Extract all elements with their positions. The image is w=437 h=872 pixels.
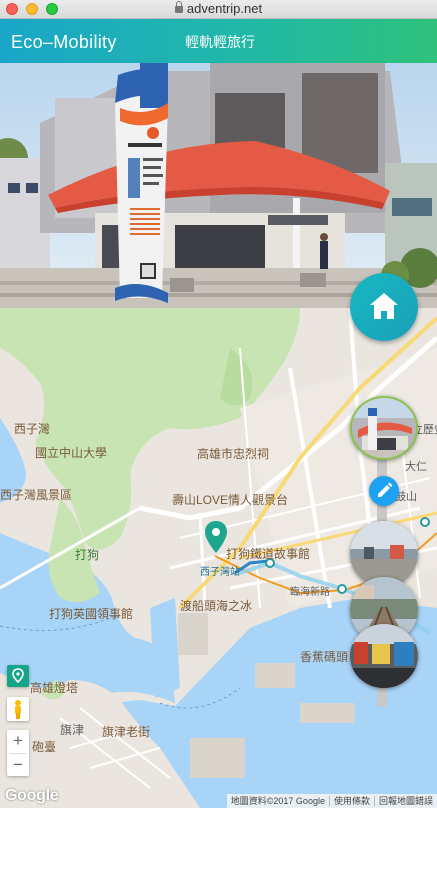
home-button[interactable] [350,273,418,341]
map-label-daren: 大仁 [405,461,427,473]
map-label-xiziwan: 西子灣 [14,422,51,436]
map-label-ferry-ice: 渡船頭海之冰 [180,599,253,613]
map-label-takao: 打狗 [75,548,100,562]
route-toggle-button[interactable] [7,665,29,687]
thumbnail-market-image [350,624,418,688]
map-label-qijin-old-street: 旗津老街 [102,725,151,739]
map-label-martyrs-shrine: 高雄市忠烈祠 [197,447,270,461]
timeline-thumbnail-station[interactable] [350,396,418,460]
map-data-credit: 地圖資料©2017 Google [230,796,325,806]
map-label-shoushan-love: 壽山LOVE情人觀景台 [172,493,289,507]
station-photo-illustration [0,63,437,308]
page-subtitle: 輕軌輕旅行 [185,34,255,50]
street-view-button[interactable] [7,697,29,721]
map-label-british-consulate: 打狗英國領事館 [49,607,134,621]
browser-titlebar: adventrip.net [0,0,437,19]
map-label-qijin: 旗津 [60,723,85,737]
brand-title[interactable]: Eco–Mobility [11,32,117,53]
map-marker-icon[interactable] [205,521,227,553]
url-text: adventrip.net [186,1,263,16]
zoom-control: + − [7,730,29,776]
zoom-in-button[interactable]: + [7,730,29,752]
map-label-cijin-fort: 砲臺 [32,740,57,754]
map-label-xiziwan-station: 西子灣站 [200,567,240,578]
address-bar[interactable]: adventrip.net [0,1,437,16]
home-icon [370,293,398,319]
app-header: Eco–Mobility 輕軌輕旅行 [0,19,437,63]
report-map-error-link[interactable]: 回報地圖錯誤 [373,796,437,806]
route-icon [12,668,24,684]
station-photo [0,63,437,308]
edit-button[interactable] [369,476,399,506]
terms-of-use-link[interactable]: 使用條款 [328,796,374,806]
map-label-takao-railway: 打狗鐵道故事館 [226,547,311,561]
map-copyright-bar: 地圖資料©2017 Google 使用條款 回報地圖錯誤 [226,794,437,808]
zoom-out-button[interactable]: − [7,754,29,776]
map-label-nsysu: 國立中山大學 [35,446,108,460]
lock-icon [174,1,183,13]
pencil-icon [378,482,393,497]
thumbnail-station-image [352,398,416,458]
map-label-banana-pier: 香蕉碼頭 [300,650,349,664]
google-logo: Google [5,787,59,804]
timeline-thumbnail-market[interactable] [350,624,418,688]
pegman-icon [15,700,21,719]
map-label-linhai-rd: 臨海新路 [290,587,330,598]
map-label-kaohsiung-lighthouse: 高雄燈塔 [30,681,79,695]
map-label-xiziwan-scenic: 西子灣風景區 [0,488,73,502]
